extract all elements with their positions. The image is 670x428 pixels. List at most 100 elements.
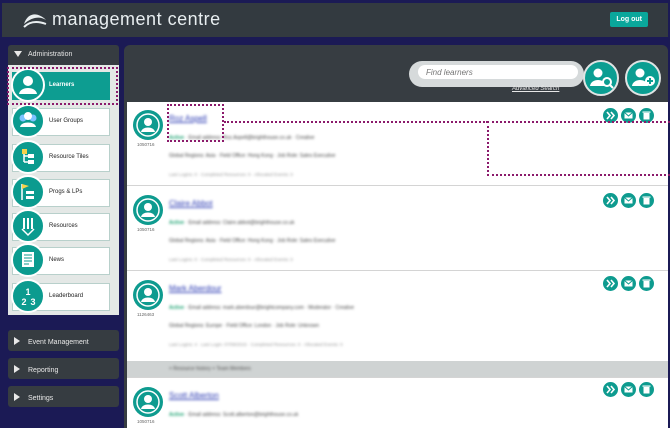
- learner-region-line: Global Regions: Asia · Field Office: Hon…: [169, 238, 336, 244]
- sidebar-section-event-management[interactable]: Event Management: [8, 330, 119, 351]
- learner-name-link[interactable]: Scott Alberton: [169, 391, 219, 400]
- learner-id: 1050716: [137, 227, 155, 232]
- search-learners-button[interactable]: [583, 60, 619, 96]
- learner-info-line: Active · Email address: Claire.abbot@bri…: [169, 220, 295, 226]
- sidebar-item-progs-lps[interactable]: Progs & LPs: [11, 175, 110, 209]
- user-icon: [136, 113, 160, 137]
- caret-down-icon: [14, 51, 22, 57]
- learner-email-line: Email address: Claire.abbot@brighthouse.…: [188, 220, 295, 226]
- delete-learner-button[interactable]: [639, 276, 654, 291]
- sidebar-item-resources[interactable]: Resources: [11, 209, 110, 243]
- view-learner-button[interactable]: [603, 276, 618, 291]
- double-chevron-icon: [606, 196, 616, 205]
- user-icon: [136, 283, 160, 307]
- user-icon: [136, 198, 160, 222]
- learner-stats-line: Last Logins: 0 · Completed Resources: 0 …: [169, 257, 293, 262]
- sidebar-item-news[interactable]: News: [11, 243, 110, 277]
- leaderboard-digit-2: 2: [21, 297, 26, 307]
- learner-region-line: Global Regions: Asia · Field Office: Hon…: [169, 153, 336, 159]
- learner-name-link[interactable]: Mark Aberdour: [169, 284, 221, 293]
- logo-icon: [23, 14, 47, 28]
- caret-right-icon: [14, 365, 20, 373]
- sidebar-section-administration[interactable]: Administration: [8, 45, 119, 65]
- sidebar-item-label: Progs & LPs: [49, 189, 83, 195]
- email-learner-button[interactable]: [621, 382, 636, 397]
- envelope-icon: [624, 386, 633, 393]
- flags-icon: [11, 175, 45, 209]
- learner-info-line: Active · Email address: Scott.alberton@b…: [169, 412, 299, 418]
- sidebar-item-resource-tiles[interactable]: Resource Tiles: [11, 140, 110, 174]
- leaderboard-digit-1: 1: [25, 287, 30, 297]
- trash-icon: [642, 196, 651, 205]
- avatar[interactable]: [133, 195, 163, 225]
- sidebar-section-reporting[interactable]: Reporting: [8, 358, 119, 379]
- learner-name-link[interactable]: Claire Abbot: [169, 199, 213, 208]
- sidebar-item-user-groups[interactable]: User Groups: [11, 104, 110, 138]
- sidebar-item-leaderboard[interactable]: 1 2 3 Leaderboard: [11, 279, 110, 313]
- leaderboard-digit-3: 3: [30, 297, 35, 307]
- learner-card: 1050716 Scott Alberton Active · Email ad…: [127, 379, 668, 428]
- double-chevron-icon: [606, 279, 616, 288]
- learner-id: 1050716: [137, 419, 155, 424]
- view-learner-button[interactable]: [603, 193, 618, 208]
- status-badge: Active: [169, 220, 185, 226]
- logout-button[interactable]: Log out: [610, 12, 648, 27]
- status-badge: Active: [169, 305, 185, 311]
- tiles-icon: [11, 140, 45, 174]
- learner-email-line: Email address: Scott.alberton@brighthous…: [188, 412, 299, 418]
- learner-id: 1126463: [137, 312, 155, 317]
- delete-learner-button[interactable]: [639, 193, 654, 208]
- user-search-icon: [590, 68, 614, 89]
- sidebar-section-settings[interactable]: Settings: [8, 386, 119, 407]
- trash-icon: [642, 279, 651, 288]
- learner-id: 1050716: [137, 142, 155, 147]
- highlight-box-actions: [487, 121, 670, 176]
- search-input[interactable]: [418, 65, 578, 79]
- users-icon: [11, 104, 45, 138]
- view-learner-button[interactable]: [603, 382, 618, 397]
- avatar[interactable]: [133, 110, 163, 140]
- sidebar-section-label: Settings: [28, 395, 54, 402]
- sidebar-section-label: Reporting: [28, 367, 59, 374]
- avatar[interactable]: [133, 280, 163, 310]
- user-icon: [136, 390, 160, 414]
- envelope-icon: [624, 197, 633, 204]
- advanced-search-link[interactable]: Advanced Search: [512, 86, 559, 92]
- sidebar-item-label: Resources: [49, 223, 78, 229]
- avatar[interactable]: [133, 387, 163, 417]
- top-bar: management centre Log out: [2, 3, 668, 37]
- email-learner-button[interactable]: [621, 193, 636, 208]
- learner-card: 1126463 Mark Aberdour Active · Email add…: [127, 272, 668, 378]
- leaderboard-icon: 1 2 3: [11, 279, 45, 313]
- learner-stats-line: Last Logins: 0 · Completed Resources: 0 …: [169, 172, 293, 177]
- learner-stats-line: Last Logins: 4 · Last Login: 07/09/2015 …: [169, 342, 343, 347]
- highlight-connector: [224, 121, 488, 123]
- add-learner-button[interactable]: [625, 60, 661, 96]
- caret-right-icon: [14, 393, 20, 401]
- envelope-icon: [624, 280, 633, 287]
- sidebar-section-title: Administration: [28, 51, 73, 58]
- app-title: management centre: [52, 9, 221, 29]
- footer-links[interactable]: + Resource history + Team Members: [169, 366, 251, 372]
- sidebar-item-label: User Groups: [49, 118, 84, 124]
- sidebar-item-label: Leaderboard: [49, 293, 84, 299]
- status-badge: Active: [169, 412, 185, 418]
- highlight-box-learners: [7, 67, 118, 105]
- resources-icon: [11, 209, 45, 243]
- trash-icon: [642, 385, 651, 394]
- learner-email-line: Email address: mark.aberdour@brightcompa…: [188, 305, 355, 311]
- double-chevron-icon: [606, 385, 616, 394]
- sidebar-item-label: News: [49, 257, 65, 263]
- email-learner-button[interactable]: [621, 276, 636, 291]
- highlight-box-learner-name: [167, 104, 224, 142]
- add-user-icon: [632, 68, 655, 86]
- news-icon: [11, 243, 45, 277]
- learner-info-line: Active · Email address: mark.aberdour@br…: [169, 305, 355, 311]
- sidebar-item-label: Resource Tiles: [49, 154, 89, 160]
- learner-card-footer: + Resource history + Team Members: [127, 361, 668, 377]
- caret-right-icon: [14, 337, 20, 345]
- delete-learner-button[interactable]: [639, 382, 654, 397]
- learner-region-line: Global Regions: Europe · Field Office: L…: [169, 323, 319, 329]
- learner-card: 1050716 Claire Abbot Active · Email addr…: [127, 187, 668, 271]
- sidebar-section-label: Event Management: [28, 339, 89, 346]
